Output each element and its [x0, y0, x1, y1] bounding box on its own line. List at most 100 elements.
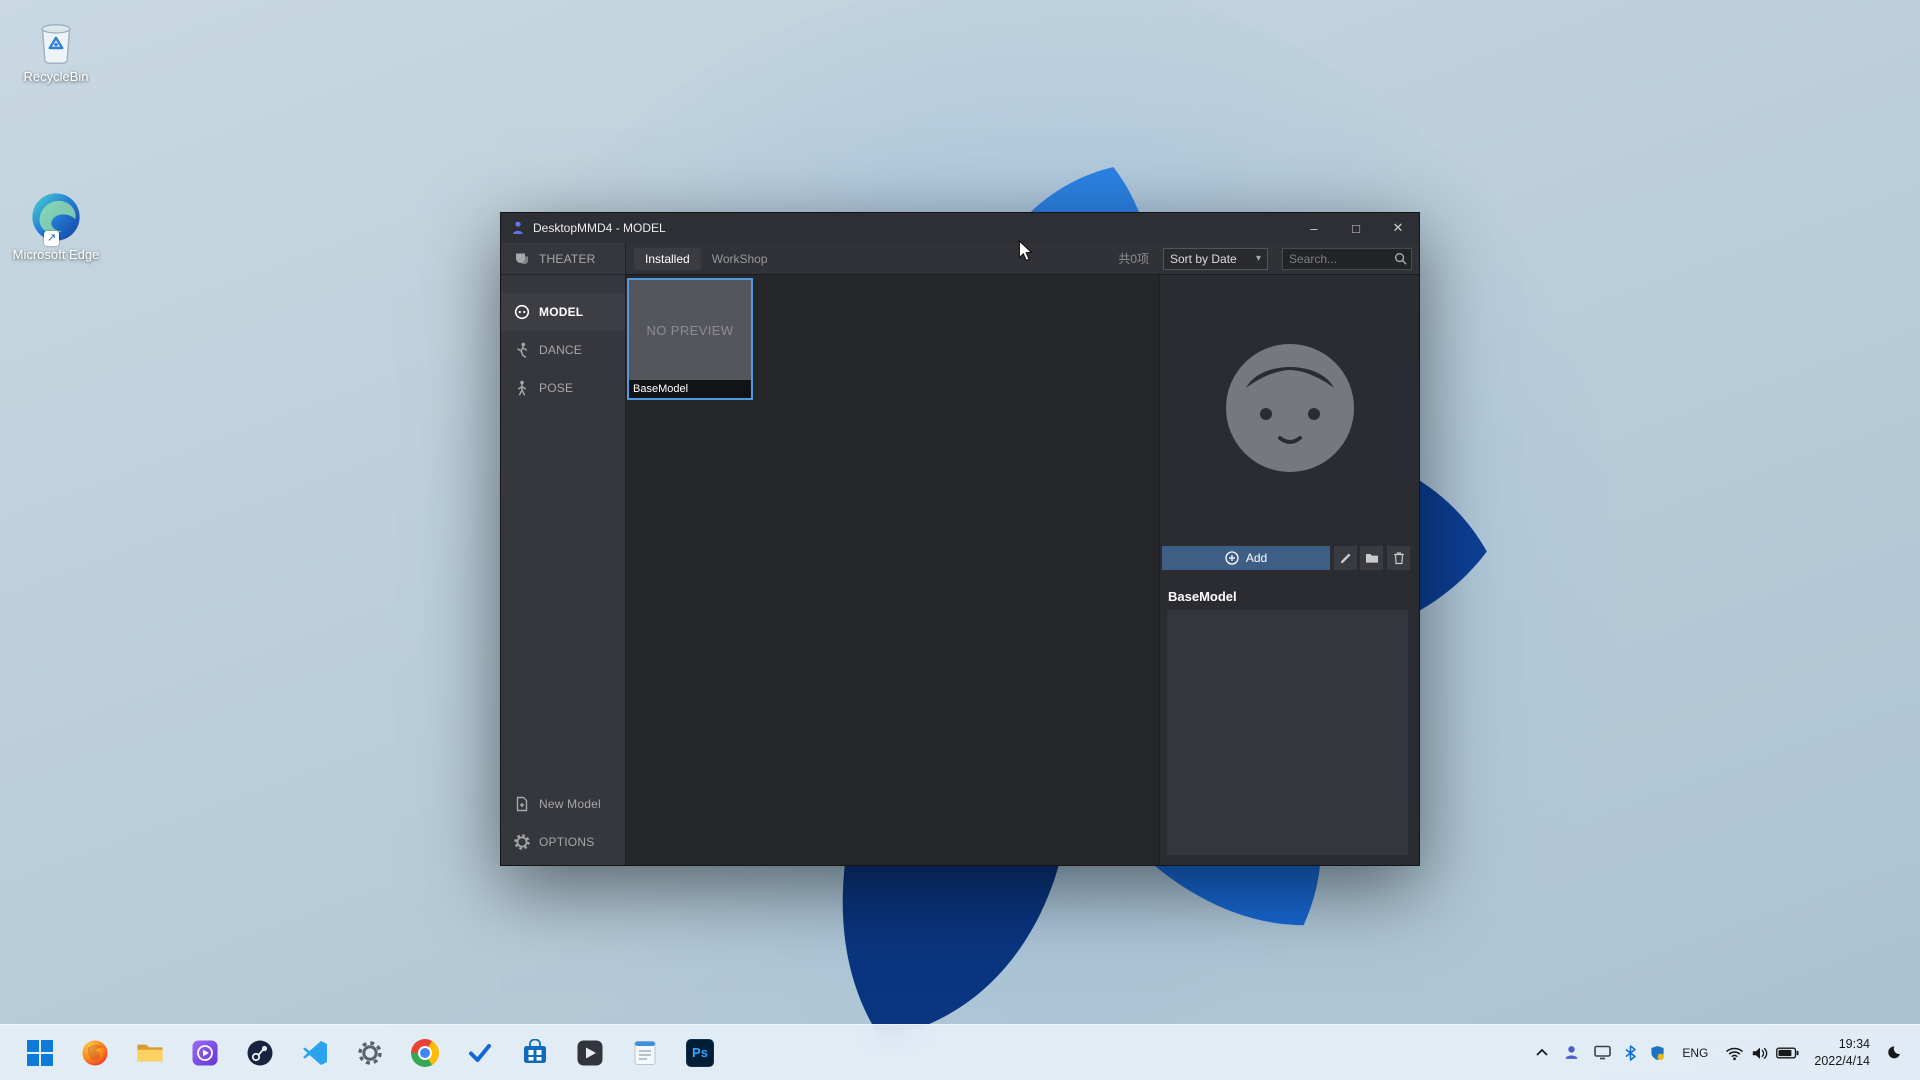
tray-time: 19:34: [1838, 1037, 1870, 1052]
taskbar: Ps ENG 19:34 2022/4/14: [0, 1024, 1920, 1080]
pencil-icon: [1340, 553, 1350, 564]
desktop-icon-microsoft-edge[interactable]: ↗ Microsoft Edge: [12, 190, 100, 263]
taskbar-file-explorer[interactable]: [130, 1033, 170, 1073]
avatar-placeholder-icon: [1226, 344, 1354, 472]
taskbar-video-app[interactable]: [570, 1033, 610, 1073]
firefox-icon: [82, 1040, 108, 1065]
search-input[interactable]: [1289, 251, 1394, 266]
media-app-icon: [192, 1040, 218, 1065]
desktop-icon-recycle-bin[interactable]: RecycleBin: [12, 12, 100, 85]
shield-icon: [1651, 1045, 1665, 1060]
recycle-bin-icon: [41, 24, 71, 64]
gear-icon: [358, 1040, 382, 1065]
sort-dropdown[interactable]: Sort by Date ▾: [1163, 247, 1268, 270]
pose-figure-icon: [518, 380, 526, 396]
window-titlebar[interactable]: DesktopMMD4 - MODEL – □ ✕: [501, 213, 1419, 243]
bluetooth-icon: [1625, 1044, 1637, 1061]
window-title: DesktopMMD4 - MODEL: [533, 221, 666, 235]
sidebar-item-label: POSE: [539, 381, 574, 395]
taskbar-chrome[interactable]: [405, 1033, 445, 1073]
tab-installed[interactable]: Installed: [634, 247, 701, 270]
steam-icon: [247, 1040, 273, 1065]
model-card[interactable]: NO PREVIEW BaseModel: [627, 278, 753, 400]
gear-icon: [514, 834, 530, 850]
taskbar-media-app[interactable]: [185, 1033, 225, 1073]
trash-icon: [1393, 552, 1404, 565]
microsoft-store-icon: [524, 1038, 546, 1063]
close-button[interactable]: ✕: [1377, 213, 1419, 243]
sidebar-item-label: DANCE: [539, 343, 583, 357]
person-icon: [1566, 1046, 1578, 1059]
app-icon: [513, 221, 523, 234]
start-button[interactable]: [20, 1033, 60, 1073]
wifi-icon: [1726, 1047, 1744, 1060]
open-folder-button[interactable]: [1360, 546, 1383, 570]
taskbar-settings[interactable]: [350, 1033, 390, 1073]
edit-button[interactable]: [1334, 546, 1357, 570]
search-box: [1282, 247, 1412, 270]
sidebar-item-options[interactable]: OPTIONS: [501, 823, 625, 861]
tray-bluetooth[interactable]: [1620, 1033, 1641, 1073]
chrome-icon: [411, 1038, 439, 1067]
model-actions: Add: [1160, 546, 1419, 570]
taskbar-steam[interactable]: [240, 1033, 280, 1073]
network-volume-battery[interactable]: [1720, 1033, 1804, 1073]
taskbar-vscode[interactable]: [295, 1033, 335, 1073]
taskbar-microsoft-store[interactable]: [515, 1033, 555, 1073]
add-button-label: Add: [1245, 551, 1268, 565]
tray-chevron-button[interactable]: [1530, 1033, 1554, 1073]
tray-security-shield[interactable]: [1645, 1033, 1670, 1073]
search-icon[interactable]: [1394, 252, 1407, 265]
dance-figure-icon: [517, 342, 528, 358]
tray-user-app[interactable]: [1558, 1033, 1585, 1073]
battery-icon: [1776, 1047, 1799, 1058]
model-card-name: BaseModel: [629, 380, 751, 398]
maximize-button[interactable]: □: [1335, 213, 1377, 243]
tray-display-app[interactable]: [1589, 1033, 1616, 1073]
file-explorer-icon: [137, 1044, 163, 1061]
sort-label: Sort by Date: [1170, 251, 1237, 266]
tray-clock[interactable]: 19:34 2022/4/14: [1808, 1033, 1876, 1073]
language-indicator[interactable]: ENG: [1674, 1033, 1716, 1073]
checkmark-icon: [469, 1043, 491, 1062]
minimize-button[interactable]: –: [1293, 213, 1335, 243]
notepad-icon: [634, 1040, 656, 1065]
add-button[interactable]: Add: [1162, 546, 1330, 570]
sidebar-item-theater[interactable]: THEATER: [501, 243, 625, 275]
sidebar-item-dance[interactable]: DANCE: [501, 331, 625, 369]
chevron-up-icon: [1536, 1048, 1548, 1056]
sidebar-item-pose[interactable]: POSE: [501, 369, 625, 407]
delete-button[interactable]: [1387, 546, 1410, 570]
vscode-icon: [303, 1040, 327, 1065]
no-preview-text: NO PREVIEW: [646, 322, 734, 338]
taskbar-notepad[interactable]: [625, 1033, 665, 1073]
model-description-panel: [1167, 610, 1408, 855]
taskbar-photoshop[interactable]: Ps: [680, 1033, 720, 1073]
sidebar-item-label: New Model: [539, 797, 601, 811]
model-face-icon: [514, 304, 530, 320]
app-window: DesktopMMD4 - MODEL – □ ✕ THEATER MODEL …: [500, 212, 1420, 866]
taskbar-todo-app[interactable]: [460, 1033, 500, 1073]
sidebar-bottom: New Model OPTIONS: [501, 785, 625, 861]
volume-icon: [1753, 1047, 1768, 1059]
shortcut-arrow-icon: ↗: [44, 231, 59, 246]
model-preview: NO PREVIEW: [629, 280, 751, 380]
chevron-down-icon: ▾: [1255, 253, 1261, 264]
desktop-icon-label: RecycleBin: [23, 69, 89, 84]
system-tray: ENG 19:34 2022/4/14: [1530, 1033, 1920, 1073]
sidebar-item-new-model[interactable]: New Model: [501, 785, 625, 823]
content-header: Installed WorkShop 共0项 Sort by Date ▾: [626, 243, 1419, 275]
sidebar-item-model[interactable]: MODEL: [501, 293, 625, 331]
video-app-icon: [577, 1040, 603, 1065]
moon-icon: [1888, 1045, 1900, 1058]
tab-workshop[interactable]: WorkShop: [701, 248, 779, 270]
night-mode-button[interactable]: [1880, 1033, 1906, 1073]
taskbar-firefox[interactable]: [75, 1033, 115, 1073]
model-name-heading: BaseModel: [1168, 589, 1237, 604]
plus-circle-icon: [1225, 551, 1239, 565]
tray-date: 2022/4/14: [1814, 1053, 1870, 1068]
folder-icon: [1365, 554, 1378, 563]
model-grid: NO PREVIEW BaseModel: [626, 275, 1159, 865]
item-count-label: 共0项: [1118, 252, 1149, 266]
photoshop-icon: Ps: [686, 1038, 714, 1067]
